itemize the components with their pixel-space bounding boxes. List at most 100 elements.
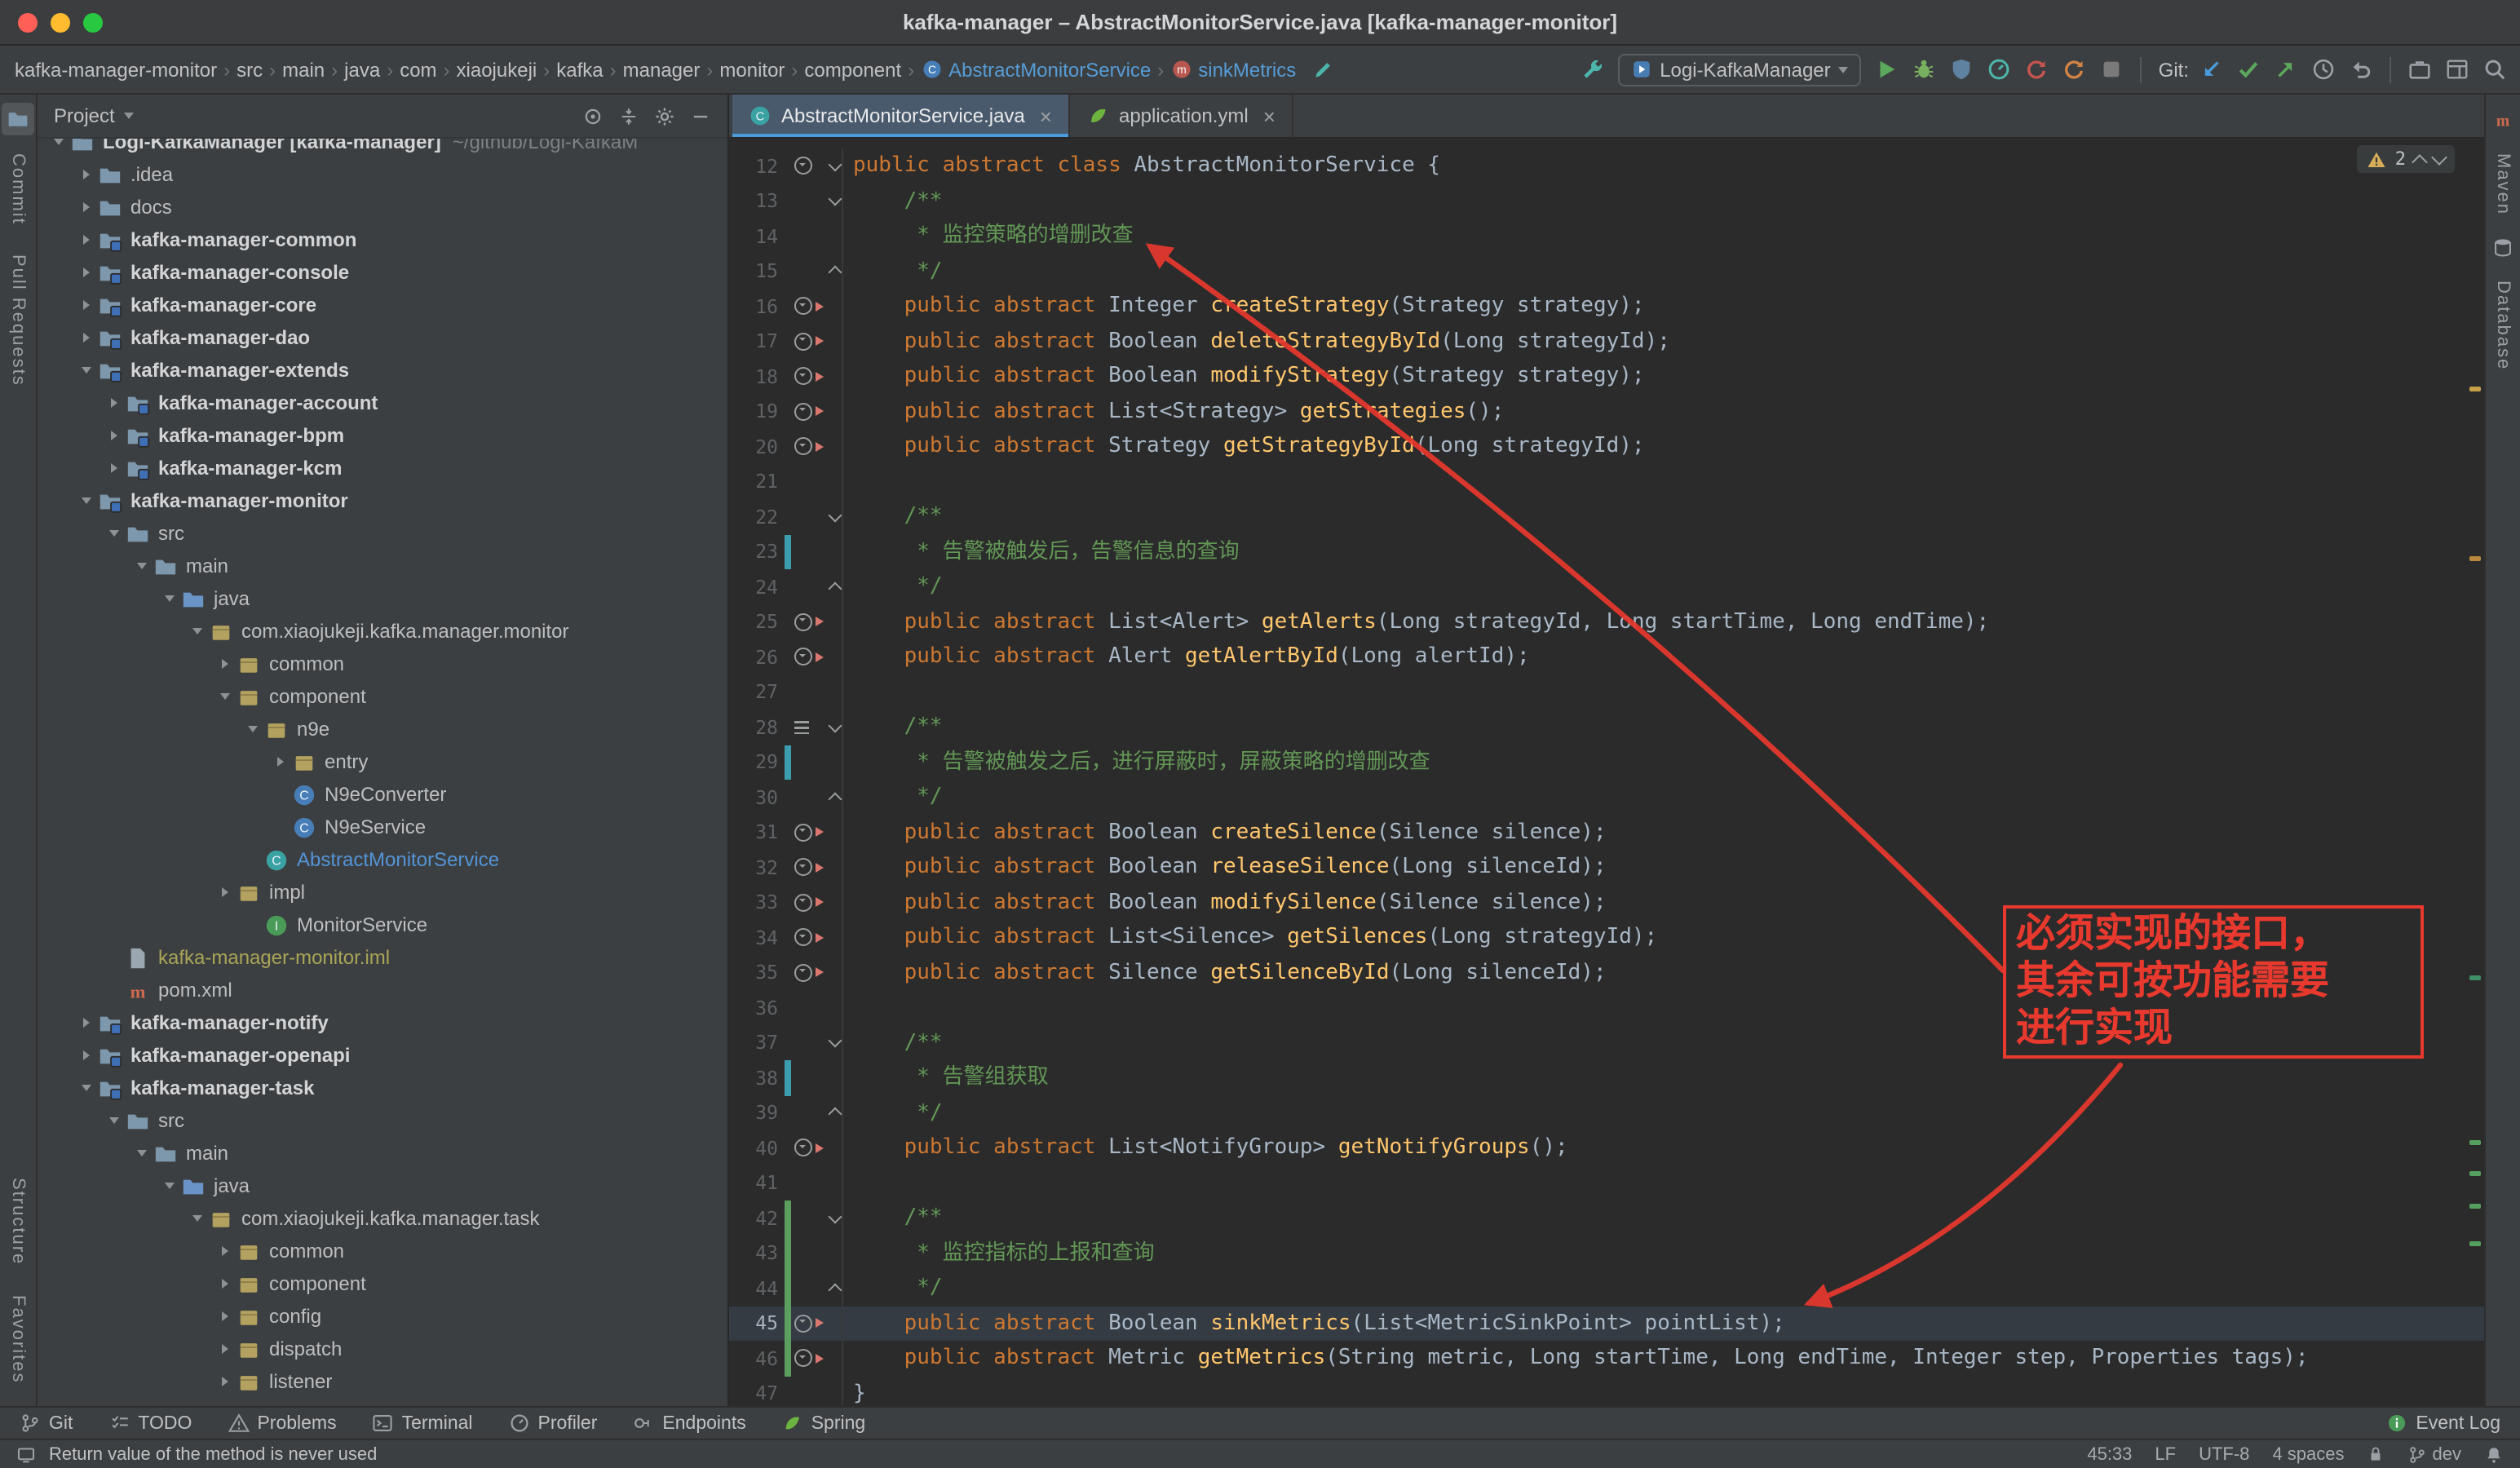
tree-item-main[interactable]: main — [38, 1137, 727, 1170]
code-text[interactable]: public abstract Integer createStrategy(S… — [842, 289, 2484, 324]
tree-chevron-icon[interactable] — [75, 1085, 96, 1091]
toolwindow-button-todo[interactable]: TODO — [108, 1413, 192, 1434]
gutter-icons[interactable] — [791, 613, 827, 631]
code-text[interactable] — [842, 674, 2484, 710]
tree-chevron-icon[interactable] — [214, 1246, 235, 1256]
tree-chevron-icon[interactable] — [214, 887, 235, 897]
rollback-button[interactable] — [2349, 57, 2373, 82]
tree-item-kafka-manager-kcm[interactable]: kafka-manager-kcm — [38, 452, 727, 484]
tree-chevron-icon[interactable] — [130, 1150, 152, 1156]
implemented-marker-icon[interactable] — [794, 1350, 812, 1368]
gutter-icons[interactable] — [791, 1350, 827, 1368]
code-text[interactable] — [842, 990, 2484, 1025]
gutter-icons[interactable] — [791, 648, 827, 666]
tree-item-kafka-manager-openapi[interactable]: kafka-manager-openapi — [38, 1039, 727, 1072]
implemented-marker-icon[interactable] — [794, 1139, 812, 1157]
code-text[interactable]: /** — [842, 1025, 2484, 1060]
gutter-icons[interactable] — [791, 964, 827, 982]
code-editor[interactable]: 12public abstract class AbstractMonitorS… — [729, 139, 2484, 1406]
toolwindow-button-git[interactable]: Git — [20, 1413, 73, 1434]
tree-item-dispatch[interactable]: dispatch — [38, 1333, 727, 1365]
code-line-29[interactable]: 29 * 告警被触发之后，进行屏蔽时，屏蔽策略的增删改查 — [729, 745, 2484, 780]
run-config-selector[interactable]: Logi-KafkaManager — [1617, 53, 1861, 86]
code-text[interactable]: * 监控指标的上报和查询 — [842, 1236, 2484, 1271]
toolwindow-button-endpoints[interactable]: Endpoints — [633, 1413, 745, 1434]
override-marker-icon[interactable] — [816, 337, 824, 347]
code-line-25[interactable]: 25 public abstract List<Alert> getAlerts… — [729, 604, 2484, 639]
tree-chevron-icon[interactable] — [103, 463, 124, 473]
override-marker-icon[interactable] — [816, 968, 824, 978]
tree-chevron-icon[interactable] — [241, 726, 263, 732]
fold-marker-icon[interactable] — [827, 1110, 842, 1116]
fold-marker-icon[interactable] — [827, 724, 842, 731]
code-line-38[interactable]: 38 * 告警组获取 — [729, 1060, 2484, 1095]
code-line-41[interactable]: 41 — [729, 1165, 2484, 1200]
tree-item-kafka-manager-account[interactable]: kafka-manager-account — [38, 387, 727, 419]
override-marker-icon[interactable] — [816, 407, 824, 417]
override-marker-icon[interactable] — [816, 1354, 824, 1364]
bookmark-icon[interactable] — [794, 721, 809, 734]
implemented-marker-icon[interactable] — [794, 333, 812, 351]
override-marker-icon[interactable] — [816, 933, 824, 943]
breadcrumb-item[interactable]: kafka — [556, 58, 603, 81]
toolwindow-button-spring[interactable]: Spring — [782, 1413, 866, 1434]
fold-marker-icon[interactable] — [827, 514, 842, 520]
code-line-45[interactable]: 45 public abstract Boolean sinkMetrics(L… — [729, 1306, 2484, 1341]
gutter-icons[interactable] — [791, 859, 827, 877]
fold-marker-icon[interactable] — [827, 198, 842, 205]
build-button[interactable] — [1580, 57, 1604, 82]
implemented-marker-icon[interactable] — [794, 648, 812, 666]
stripe-label-database[interactable]: Database — [2493, 281, 2513, 370]
tree-item-kafka-manager-bpm[interactable]: kafka-manager-bpm — [38, 419, 727, 452]
tree-chevron-icon[interactable] — [75, 268, 96, 277]
tree-chevron-icon[interactable] — [214, 1344, 235, 1354]
stop-button[interactable] — [2100, 57, 2124, 82]
breadcrumb-item[interactable]: main — [282, 58, 325, 81]
code-line-24[interactable]: 24 */ — [729, 569, 2484, 604]
run-button[interactable] — [1875, 57, 1899, 82]
gutter-icons[interactable] — [791, 824, 827, 842]
code-line-19[interactable]: 19 public abstract List<Strategy> getStr… — [729, 394, 2484, 429]
tree-item-component[interactable]: component — [38, 680, 727, 713]
code-line-46[interactable]: 46 public abstract Metric getMetrics(Str… — [729, 1341, 2484, 1376]
stripe-button-pull-requests[interactable]: Pull Requests — [8, 254, 28, 387]
breadcrumb-item[interactable]: src — [237, 58, 263, 81]
code-text[interactable]: public abstract Boolean modifySilence(Si… — [842, 885, 2484, 920]
code-line-30[interactable]: 30 */ — [729, 780, 2484, 815]
tree-chevron-icon[interactable] — [103, 1117, 124, 1124]
stripe-button-structure[interactable]: Structure — [8, 1178, 28, 1265]
code-text[interactable]: /** — [842, 710, 2484, 745]
implemented-marker-icon[interactable] — [794, 859, 812, 877]
gutter-icons[interactable] — [791, 721, 827, 734]
implemented-marker-icon[interactable] — [794, 824, 812, 842]
line-separator[interactable]: LF — [2155, 1444, 2176, 1464]
editor-tab-abstractmonitorservice-java[interactable]: CAbstractMonitorService.java× — [732, 95, 1070, 137]
tree-chevron-icon[interactable] — [103, 398, 124, 408]
fold-marker-icon[interactable] — [827, 1040, 842, 1046]
toolbox-button[interactable] — [2407, 57, 2432, 82]
stripe-button-favorites[interactable]: Favorites — [8, 1295, 28, 1384]
settings-button[interactable] — [654, 105, 675, 126]
fold-marker-icon[interactable] — [827, 268, 842, 275]
history-button[interactable] — [2311, 57, 2336, 82]
tree-chevron-icon[interactable] — [75, 300, 96, 310]
toolwindow-button-problems[interactable]: Problems — [228, 1413, 336, 1434]
code-line-32[interactable]: 32 public abstract Boolean releaseSilenc… — [729, 850, 2484, 885]
code-text[interactable]: /** — [842, 1200, 2484, 1236]
tree-item-component[interactable]: component — [38, 1267, 727, 1300]
implemented-marker-icon[interactable] — [794, 929, 812, 947]
profiler-button[interactable] — [1987, 57, 2012, 82]
override-marker-icon[interactable] — [816, 617, 824, 627]
tree-chevron-icon[interactable] — [269, 757, 290, 767]
code-text[interactable]: /** — [842, 184, 2484, 219]
code-line-17[interactable]: 17 public abstract Boolean deleteStrateg… — [729, 324, 2484, 359]
readonly-lock-icon[interactable] — [2367, 1445, 2385, 1463]
tree-chevron-icon[interactable] — [75, 497, 96, 504]
tree-chevron-icon[interactable] — [214, 1279, 235, 1289]
tree-item-com-xiaojukeji-kafka-manager-monitor[interactable]: com.xiaojukeji.kafka.manager.monitor — [38, 615, 727, 648]
event-log-button[interactable]: Event Log — [2386, 1413, 2500, 1434]
tree-chevron-icon[interactable] — [186, 1215, 207, 1222]
gutter-icons[interactable] — [791, 1139, 827, 1157]
code-text[interactable] — [842, 1165, 2484, 1200]
locate-button[interactable] — [582, 105, 603, 126]
